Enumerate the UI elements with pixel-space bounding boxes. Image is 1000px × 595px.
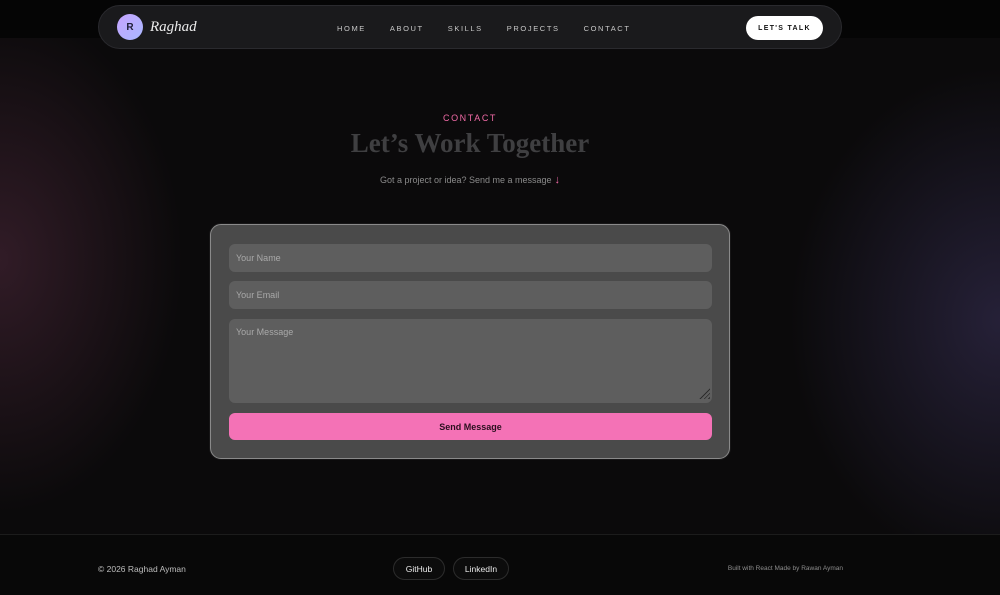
page-title: Let’s Work Together [350, 128, 590, 158]
nav-link-contact[interactable]: CONTACT [584, 24, 631, 33]
name-field[interactable] [229, 244, 712, 272]
linkedin-link[interactable]: LinkedIn [453, 557, 509, 580]
navbar: R Raghad HOME ABOUT SKILLS PROJECTS CONT… [98, 5, 842, 49]
section-eyebrow: CONTACT [442, 113, 498, 123]
brand-name: Raghad [150, 18, 197, 35]
email-field[interactable] [229, 281, 712, 309]
nav-link-projects[interactable]: PROJECTS [507, 24, 560, 33]
page-subtitle: Got a project or idea? Send me a message… [0, 174, 940, 186]
nav-link-skills[interactable]: SKILLS [448, 24, 483, 33]
send-message-button[interactable]: Send Message [229, 413, 712, 440]
nav-link-about[interactable]: ABOUT [390, 24, 424, 33]
copyright-text: © 2026 Raghad Ayman [98, 564, 186, 574]
nav-link-home[interactable]: HOME [337, 24, 366, 33]
avatar: R [117, 14, 143, 40]
page: R Raghad HOME ABOUT SKILLS PROJECTS CONT… [0, 0, 1000, 595]
built-with-text: Built with React Made by Rawan Ayman [727, 565, 843, 572]
lets-talk-button[interactable]: LET'S TALK [746, 16, 823, 40]
subtitle-text: Got a project or idea? Send me a message [379, 175, 552, 185]
message-field[interactable] [229, 319, 712, 403]
nav-links: HOME ABOUT SKILLS PROJECTS CONTACT [337, 6, 631, 50]
arrow-down-icon: ↓ [554, 174, 561, 186]
github-link[interactable]: GitHub [393, 557, 445, 580]
footer: © 2026 Raghad Ayman GitHub LinkedIn Buil… [0, 534, 1000, 595]
logo[interactable]: R Raghad [117, 14, 197, 40]
contact-form: Send Message [210, 224, 730, 459]
